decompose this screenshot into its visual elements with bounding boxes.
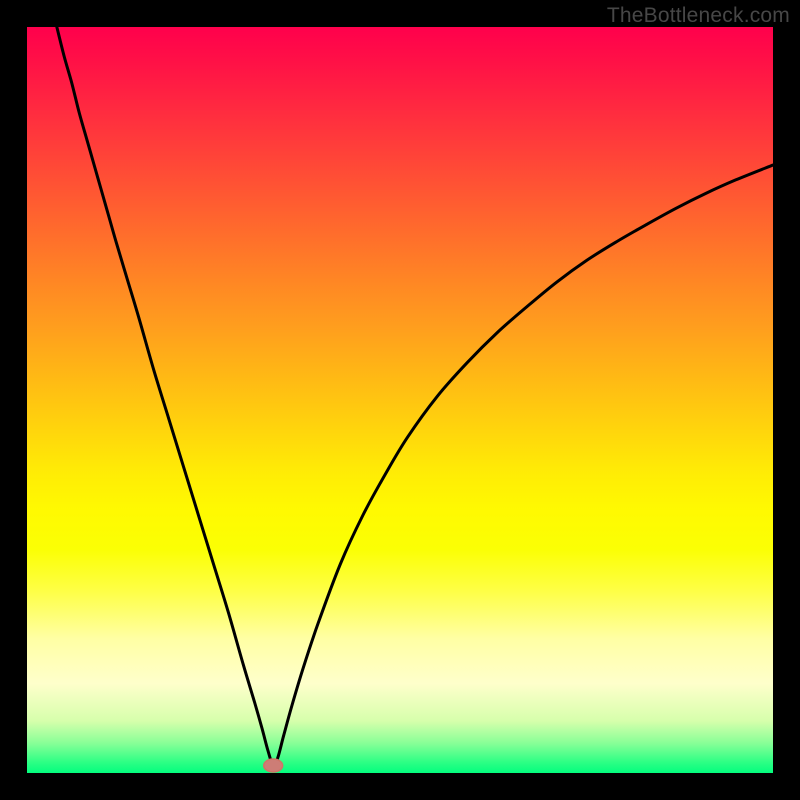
watermark-text: TheBottleneck.com — [607, 4, 790, 28]
minimum-marker — [264, 759, 283, 772]
plot-background — [27, 27, 773, 773]
chart-frame: TheBottleneck.com — [0, 0, 800, 800]
bottleneck-plot — [27, 27, 773, 773]
